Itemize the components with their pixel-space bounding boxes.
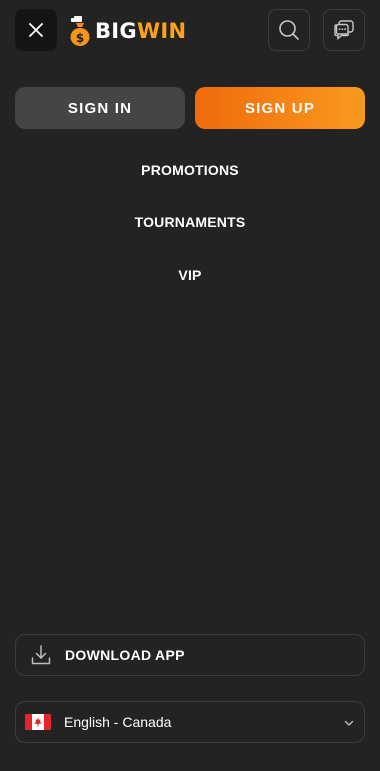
download-app-button[interactable]: DOWNLOAD APP xyxy=(15,634,365,676)
sign-up-button[interactable]: SIGN UP xyxy=(195,87,365,129)
nav-item-promotions[interactable]: PROMOTIONS xyxy=(0,162,380,178)
nav-item-tournaments[interactable]: TOURNAMENTS xyxy=(0,214,380,230)
logo-text: BIGWIN xyxy=(95,19,186,43)
close-button[interactable] xyxy=(15,9,57,51)
nav-item-vip[interactable]: VIP xyxy=(0,267,380,283)
language-selector[interactable]: English - Canada xyxy=(15,701,365,743)
download-app-label: DOWNLOAD APP xyxy=(65,647,185,663)
header: $ BIGWIN xyxy=(0,0,380,62)
close-icon xyxy=(28,22,44,38)
logo-text-win: WIN xyxy=(136,19,187,43)
download-icon xyxy=(30,644,52,666)
chevron-down-icon xyxy=(343,717,355,729)
chat-button[interactable] xyxy=(323,9,365,51)
canada-flag-icon xyxy=(25,714,51,730)
money-bag-icon: $ xyxy=(69,15,91,47)
chat-icon xyxy=(333,19,355,41)
logo[interactable]: $ BIGWIN xyxy=(69,14,186,48)
logo-text-big: BIG xyxy=(95,19,137,43)
svg-text:$: $ xyxy=(76,31,84,45)
language-label: English - Canada xyxy=(64,714,172,730)
sign-in-button[interactable]: SIGN IN xyxy=(15,87,185,129)
search-button[interactable] xyxy=(268,9,310,51)
search-icon xyxy=(278,19,300,41)
